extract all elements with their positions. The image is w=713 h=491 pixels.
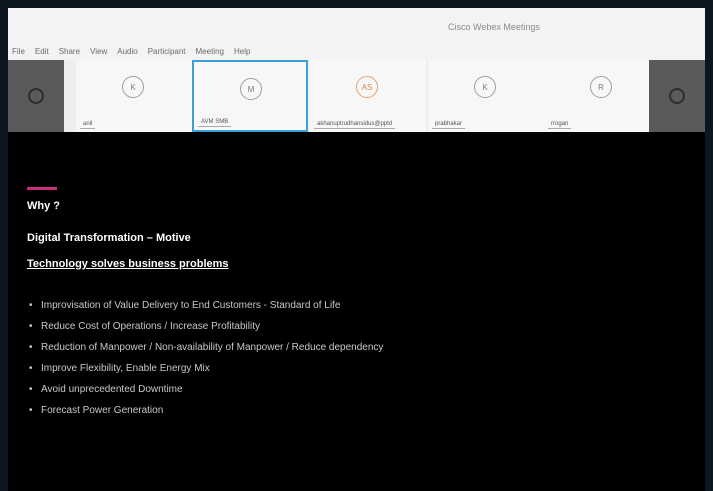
slide-bullet-list: Improvisation of Value Delivery to End C…: [27, 300, 497, 426]
participant-tile[interactable]: K anil: [76, 60, 192, 132]
chevron-left-icon: [28, 88, 44, 104]
participant-name: rrogan: [548, 121, 572, 129]
participant-tile-active[interactable]: M AVM SMB: [192, 60, 308, 132]
menu-share[interactable]: Share: [59, 47, 80, 56]
menu-help[interactable]: Help: [234, 47, 250, 56]
participant-tile[interactable]: R rrogan: [544, 60, 660, 132]
slide-heading: Why ?: [27, 200, 60, 212]
chevron-right-icon: [669, 88, 685, 104]
menu-meeting[interactable]: Meeting: [196, 47, 224, 56]
participant-name: akhanuptrudhansidus@pptd: [314, 121, 396, 129]
bullet-item: Reduce Cost of Operations / Increase Pro…: [27, 321, 497, 332]
participant-name: prabhakar: [432, 121, 466, 129]
bullet-item: Avoid unprecedented Downtime: [27, 384, 497, 395]
bullet-item: Forecast Power Generation: [27, 405, 497, 416]
participant-tile[interactable]: AS akhanuptrudhansidus@pptd: [310, 60, 426, 132]
menu-edit[interactable]: Edit: [35, 47, 49, 56]
participant-name: AVM SMB: [198, 119, 232, 127]
meeting-window: Cisco Webex Meetings File Edit Share Vie…: [8, 8, 705, 491]
bullet-item: Reduction of Manpower / Non-availability…: [27, 342, 497, 353]
menu-file[interactable]: File: [12, 47, 25, 56]
avatar: R: [590, 76, 612, 98]
strip-scroll-left-button[interactable]: [8, 60, 64, 132]
bullet-item: Improvisation of Value Delivery to End C…: [27, 300, 497, 311]
slide-tagline: Technology solves business problems: [27, 258, 229, 270]
slide-accent-bar: [27, 187, 57, 190]
bullet-item: Improve Flexibility, Enable Energy Mix: [27, 363, 497, 374]
app-title: Cisco Webex Meetings: [448, 22, 540, 32]
menu-view[interactable]: View: [90, 47, 107, 56]
title-bar: Cisco Webex Meetings: [8, 8, 705, 42]
avatar: K: [474, 76, 496, 98]
participant-video-strip: K anil M AVM SMB AS akhanuptrudhansidus@…: [8, 60, 705, 132]
menu-audio[interactable]: Audio: [117, 47, 137, 56]
strip-scroll-right-button[interactable]: [649, 60, 705, 132]
menu-participant[interactable]: Participant: [148, 47, 186, 56]
menu-bar: File Edit Share View Audio Participant M…: [8, 42, 705, 60]
participant-name: anil: [80, 121, 96, 129]
avatar: K: [122, 76, 144, 98]
slide-subheading: Digital Transformation – Motive: [27, 232, 191, 244]
participant-tile[interactable]: K prabhakar: [428, 60, 544, 132]
shared-slide: Why ? Digital Transformation – Motive Te…: [8, 132, 705, 491]
avatar: M: [240, 78, 262, 100]
avatar: AS: [356, 76, 378, 98]
